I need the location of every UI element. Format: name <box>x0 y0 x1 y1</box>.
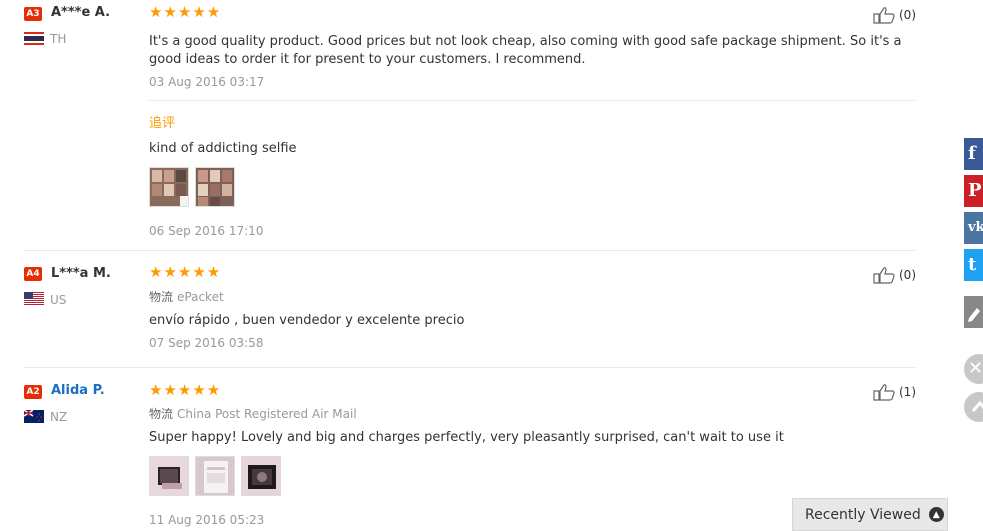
review-divider <box>24 367 915 368</box>
review-photo-thumbnail[interactable] <box>195 167 235 207</box>
buyer-name-link[interactable]: Alida P. <box>51 383 105 398</box>
twitter-share-button[interactable]: t <box>964 249 983 281</box>
vk-icon: vk <box>968 220 983 235</box>
logistics-label: 物流 <box>149 290 174 304</box>
facebook-icon: f <box>968 143 976 164</box>
thumbs-up-icon <box>873 267 895 284</box>
logistics-label: 物流 <box>149 407 174 421</box>
chevron-up-icon: ▲ <box>928 507 944 522</box>
buyer-name: L***a M. <box>51 266 111 281</box>
recently-viewed-toggle[interactable]: Recently Viewed ▲ <box>792 498 948 531</box>
close-sidebar-button[interactable]: ✕ <box>964 354 983 384</box>
close-icon: ✕ <box>968 358 983 379</box>
review-photos <box>149 456 281 496</box>
flag-us-icon <box>24 292 44 305</box>
helpful-count: (1) <box>899 385 916 399</box>
rating-stars: ★★★★★ <box>149 263 222 281</box>
divider <box>149 100 915 101</box>
pencil-icon <box>968 308 980 322</box>
pinterest-share-button[interactable]: P <box>964 175 983 207</box>
rating-stars: ★★★★★ <box>149 3 222 21</box>
review-photo-thumbnail[interactable] <box>149 167 189 207</box>
helpful-button[interactable]: (1) <box>873 383 916 401</box>
logistics-method: China Post Registered Air Mail <box>177 407 357 421</box>
buyer-level-badge: A2 <box>24 385 42 399</box>
review-photo-thumbnail[interactable] <box>149 456 189 496</box>
review-divider <box>24 250 915 251</box>
review-photo-thumbnail[interactable] <box>241 456 281 496</box>
helpful-count: (0) <box>899 268 916 282</box>
review-photos <box>149 167 235 207</box>
review-date: 11 Aug 2016 05:23 <box>149 513 265 527</box>
buyer-level-badge: A4 <box>24 267 42 281</box>
review-photo-thumbnail[interactable] <box>195 456 235 496</box>
chevron-up-icon <box>971 400 983 412</box>
facebook-share-button[interactable]: f <box>964 138 983 170</box>
helpful-count: (0) <box>899 8 916 22</box>
logistics-method: ePacket <box>177 290 224 304</box>
buyer-country: NZ <box>50 410 68 424</box>
additional-feedback-date: 06 Sep 2016 17:10 <box>149 224 264 238</box>
twitter-icon: t <box>968 254 977 275</box>
additional-feedback-label: 追评 <box>149 116 176 131</box>
buyer-level-badge: A3 <box>24 7 42 21</box>
logistics-info: 物流 ePacket <box>149 288 224 305</box>
vk-share-button[interactable]: vk <box>964 212 983 244</box>
additional-feedback-text: kind of addicting selfie <box>149 141 297 156</box>
buyer-country: TH <box>50 32 67 46</box>
review-text: It's a good quality product. Good prices… <box>149 34 902 67</box>
review-date: 03 Aug 2016 03:17 <box>149 75 265 89</box>
buyer-name: A***e A. <box>51 5 111 20</box>
thumbs-up-icon <box>873 384 895 401</box>
rating-stars: ★★★★★ <box>149 381 222 399</box>
logistics-info: 物流 China Post Registered Air Mail <box>149 405 357 422</box>
review-date: 07 Sep 2016 03:58 <box>149 336 264 350</box>
helpful-button[interactable]: (0) <box>873 6 916 24</box>
thumbs-up-icon <box>873 7 895 24</box>
feedback-button[interactable] <box>964 296 983 328</box>
flag-th-icon <box>24 32 44 45</box>
back-to-top-button[interactable] <box>964 392 983 422</box>
review-text: Super happy! Lovely and big and charges … <box>149 430 784 445</box>
buyer-country: US <box>50 293 67 307</box>
helpful-button[interactable]: (0) <box>873 266 916 284</box>
flag-nz-icon <box>24 410 44 423</box>
pinterest-icon: P <box>968 180 982 201</box>
review-text: envío rápido , buen vendedor y excelente… <box>149 313 465 328</box>
recently-viewed-label: Recently Viewed <box>805 506 921 523</box>
